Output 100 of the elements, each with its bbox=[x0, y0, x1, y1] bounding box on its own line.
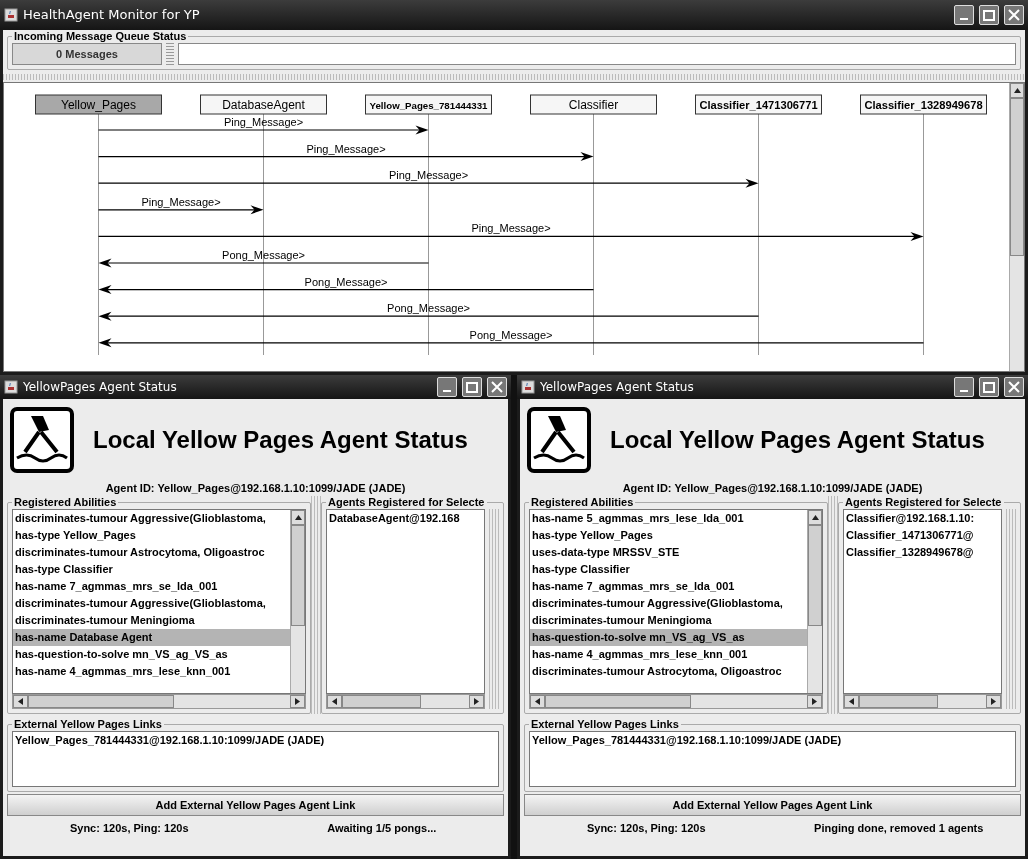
ability-item[interactable]: has-question-to-solve mn_VS_ag_VS_as bbox=[13, 646, 290, 663]
maximize-button[interactable] bbox=[462, 377, 482, 397]
left-arrow-icon bbox=[330, 697, 339, 706]
lifeline-header[interactable]: Classifier_1328949678 bbox=[860, 94, 987, 115]
group-label: Incoming Message Queue Status bbox=[13, 30, 188, 43]
window-heading: Local Yellow Pages Agent Status bbox=[93, 425, 468, 455]
window-title: YellowPages Agent Status bbox=[540, 379, 695, 396]
horizontal-scrollbar[interactable] bbox=[843, 694, 1002, 709]
ability-item[interactable]: has-name Database Agent bbox=[13, 629, 290, 646]
vertical-scrollbar[interactable] bbox=[1009, 83, 1024, 371]
group-label: External Yellow Pages Links bbox=[13, 718, 163, 731]
scroll-thumb[interactable] bbox=[28, 695, 174, 708]
ability-item[interactable]: has-type Classifier bbox=[530, 561, 807, 578]
ability-item[interactable]: discriminates-tumour Meningioma bbox=[13, 612, 290, 629]
minimize-button[interactable] bbox=[437, 377, 457, 397]
agent-item[interactable]: Classifier@192.168.1.10: bbox=[844, 510, 1001, 527]
horizontal-scrollbar[interactable] bbox=[529, 694, 823, 709]
scroll-up-button[interactable] bbox=[291, 510, 305, 525]
app-icon bbox=[4, 8, 18, 22]
ability-item[interactable]: discriminates-tumour Astrocytoma, Oligoastroc bbox=[530, 663, 807, 680]
vertical-scrollbar[interactable] bbox=[290, 510, 305, 693]
right-arrow-icon bbox=[989, 697, 998, 706]
message-label: Ping_Message> bbox=[141, 195, 221, 208]
ability-item[interactable]: uses-data-type MRSSV_STE bbox=[530, 544, 807, 561]
message-label: Ping_Message> bbox=[223, 116, 304, 128]
message-label: Pong_Message> bbox=[387, 302, 470, 315]
lifeline-header[interactable]: Classifier bbox=[530, 94, 657, 115]
maximize-button[interactable] bbox=[979, 377, 999, 397]
scroll-left-button[interactable] bbox=[530, 695, 545, 708]
ability-item[interactable]: has-type Yellow_Pages bbox=[13, 527, 290, 544]
scroll-thumb[interactable] bbox=[291, 525, 305, 626]
lifeline-header[interactable]: Yellow_Pages_781444331 bbox=[365, 94, 492, 115]
lifeline-header[interactable]: DatabaseAgent bbox=[200, 94, 327, 115]
lifeline-header[interactable]: Classifier_1471306771 bbox=[695, 94, 822, 115]
minimize-button[interactable] bbox=[954, 377, 974, 397]
ability-item[interactable]: has-name 7_agmmas_mrs_se_lda_001 bbox=[13, 578, 290, 595]
ability-item[interactable]: discriminates-tumour Aggressive(Glioblastoma, bbox=[13, 595, 290, 612]
left-arrow-icon bbox=[16, 697, 25, 706]
scroll-right-button[interactable] bbox=[469, 695, 484, 708]
add-link-button[interactable]: Add External Yellow Pages Agent Link bbox=[524, 794, 1021, 816]
scroll-left-button[interactable] bbox=[844, 695, 859, 708]
minimize-button[interactable] bbox=[954, 5, 974, 25]
horizontal-scrollbar[interactable] bbox=[326, 694, 485, 709]
minimize-icon bbox=[960, 390, 968, 392]
add-link-button[interactable]: Add External Yellow Pages Agent Link bbox=[7, 794, 504, 816]
agent-item[interactable]: Classifier_1328949678@ bbox=[844, 544, 1001, 561]
ability-item[interactable]: has-type Classifier bbox=[13, 561, 290, 578]
close-button[interactable] bbox=[1004, 5, 1024, 25]
ability-item[interactable]: discriminates-tumour Aggressive(Glioblastoma, bbox=[530, 595, 807, 612]
status-text: Sync: 120s, Ping: 120s bbox=[68, 820, 190, 836]
scroll-right-button[interactable] bbox=[807, 695, 822, 708]
scroll-thumb[interactable] bbox=[1010, 98, 1024, 257]
status-text: Sync: 120s, Ping: 120s bbox=[585, 820, 707, 836]
ability-item[interactable]: has-name 4_agmmas_mrs_lese_knn_001 bbox=[530, 646, 807, 663]
scroll-left-button[interactable] bbox=[327, 695, 342, 708]
scroll-right-button[interactable] bbox=[986, 695, 1001, 708]
close-icon bbox=[491, 381, 503, 393]
maximize-button[interactable] bbox=[979, 5, 999, 25]
ability-item[interactable]: discriminates-tumour Astrocytoma, Oligoastroc bbox=[13, 544, 290, 561]
right-arrow-icon bbox=[810, 697, 819, 706]
group-label: External Yellow Pages Links bbox=[530, 718, 680, 731]
ability-item[interactable]: has-name 5_agmmas_mrs_lese_lda_001 bbox=[530, 510, 807, 527]
horizontal-scrollbar[interactable] bbox=[12, 694, 306, 709]
agent-item[interactable]: Classifier_1471306771@ bbox=[844, 527, 1001, 544]
ability-item[interactable]: discriminates-tumour Meningioma bbox=[530, 612, 807, 629]
ability-item[interactable]: has-name 7_agmmas_mrs_se_lda_001 bbox=[530, 578, 807, 595]
close-button[interactable] bbox=[1004, 377, 1024, 397]
scroll-right-button[interactable] bbox=[290, 695, 305, 708]
vertical-scrollbar[interactable] bbox=[807, 510, 822, 693]
scroll-left-button[interactable] bbox=[13, 695, 28, 708]
close-button[interactable] bbox=[487, 377, 507, 397]
ability-item[interactable]: has-question-to-solve mn_VS_ag_VS_as bbox=[530, 629, 807, 646]
logo-icon bbox=[526, 406, 592, 474]
scroll-thumb[interactable] bbox=[342, 695, 421, 708]
minimize-icon bbox=[443, 390, 451, 392]
maximize-icon bbox=[983, 381, 995, 393]
group-label: Registered Abilities bbox=[13, 496, 118, 509]
scroll-thumb[interactable] bbox=[545, 695, 691, 708]
up-arrow-icon bbox=[1012, 86, 1022, 95]
agent-id: Agent ID: Yellow_Pages@192.168.1.10:1099/JADE (JADE) bbox=[621, 481, 924, 496]
maximize-icon bbox=[466, 381, 478, 393]
app-icon bbox=[521, 380, 535, 394]
lifeline-header[interactable]: Yellow_Pages bbox=[35, 94, 162, 115]
ability-item[interactable]: discriminates-tumour Aggressive(Glioblastoma, bbox=[13, 510, 290, 527]
up-arrow-icon bbox=[293, 513, 303, 522]
ability-item[interactable]: has-type Yellow_Pages bbox=[530, 527, 807, 544]
message-label: Pong_Message> bbox=[304, 275, 388, 288]
agent-item[interactable]: DatabaseAgent@192.168 bbox=[327, 510, 484, 527]
scroll-thumb[interactable] bbox=[859, 695, 938, 708]
group-label: Agents Registered for Selecte bbox=[844, 497, 1003, 509]
agent-id: Agent ID: Yellow_Pages@192.168.1.10:1099/JADE (JADE) bbox=[104, 481, 407, 496]
scroll-up-button[interactable] bbox=[808, 510, 822, 525]
ability-item[interactable]: has-name 4_agmmas_mrs_lese_knn_001 bbox=[13, 663, 290, 680]
right-arrow-icon bbox=[472, 697, 481, 706]
scroll-up-button[interactable] bbox=[1010, 83, 1024, 98]
window-title: YellowPages Agent Status bbox=[23, 379, 178, 396]
status-text: Awaiting 1/5 pongs... bbox=[326, 820, 438, 836]
close-icon bbox=[1008, 9, 1020, 21]
message-label: Ping_Message> bbox=[471, 222, 551, 235]
scroll-thumb[interactable] bbox=[808, 525, 822, 626]
